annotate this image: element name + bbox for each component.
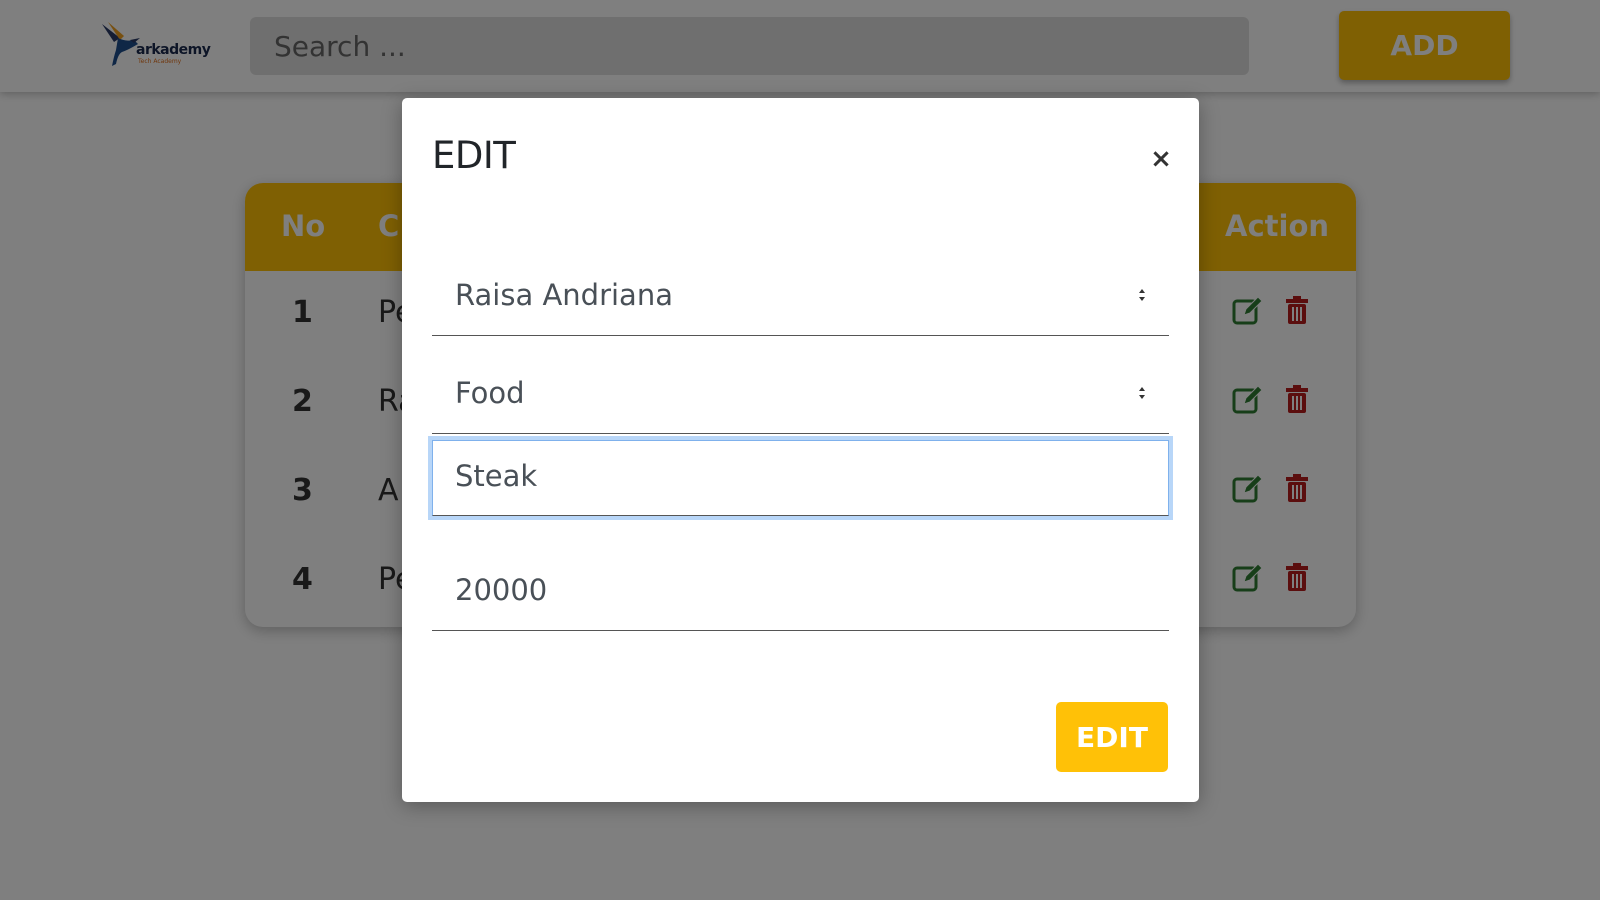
- cashier-select-value: Raisa Andriana: [455, 278, 673, 312]
- product-name-field-border: Steak: [432, 440, 1169, 516]
- edit-submit-button[interactable]: EDIT: [1056, 702, 1168, 772]
- category-select-value: Food: [455, 376, 525, 410]
- select-arrows-icon: [1139, 387, 1145, 399]
- price-value: 20000: [455, 573, 548, 607]
- cashier-select[interactable]: Raisa Andriana: [432, 258, 1169, 336]
- category-select[interactable]: Food: [432, 356, 1169, 434]
- select-arrows-icon: [1139, 289, 1145, 301]
- price-field[interactable]: 20000: [432, 553, 1169, 631]
- product-name-value: Steak: [455, 459, 538, 493]
- edit-modal: EDIT × Raisa Andriana Food Steak 20000 E…: [402, 98, 1199, 802]
- product-name-field[interactable]: Steak: [428, 436, 1173, 520]
- close-icon[interactable]: ×: [1146, 144, 1176, 174]
- modal-title: EDIT: [432, 134, 516, 177]
